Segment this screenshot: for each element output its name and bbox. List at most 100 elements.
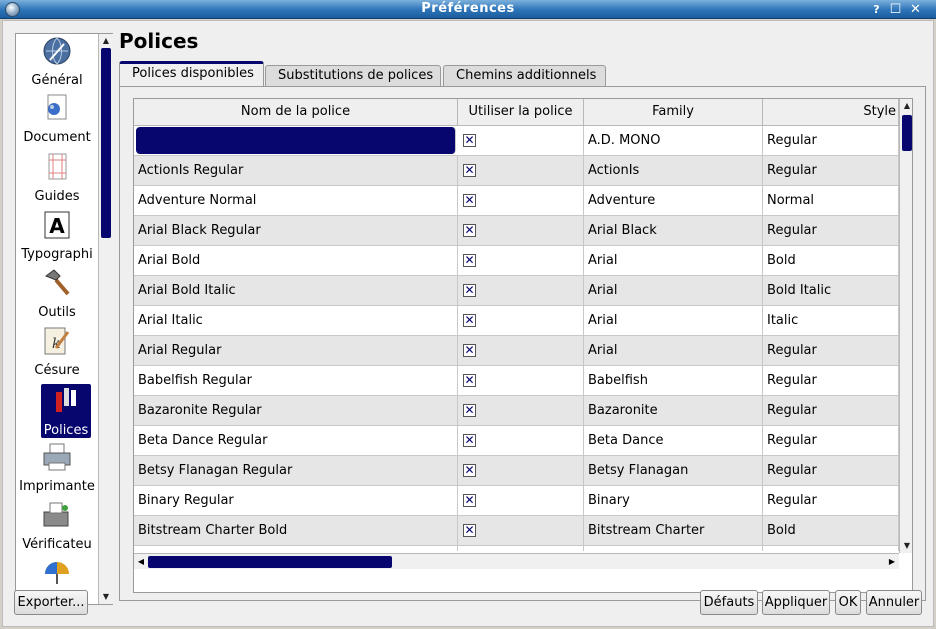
cell-family[interactable]: Arial xyxy=(584,336,763,365)
cell-font-name[interactable]: Betsy Flanagan Regular xyxy=(134,456,458,485)
sidebar-item-polices[interactable]: Polices xyxy=(41,384,91,438)
cell-style[interactable]: Regular xyxy=(763,216,899,245)
sidebar-item-document[interactable]: Document xyxy=(16,91,98,145)
cell-family[interactable]: ActionIs xyxy=(584,156,763,185)
cell-family[interactable]: Adventure xyxy=(584,186,763,215)
tab-additional-paths[interactable]: Chemins additionnels xyxy=(443,65,606,87)
cell-font-name[interactable]: Bitstream Charter Bold Italic xyxy=(134,546,458,551)
cell-style[interactable]: Bold Italic xyxy=(763,546,899,551)
column-header-style[interactable]: Style xyxy=(763,99,899,126)
scroll-right-icon[interactable]: ▶ xyxy=(885,554,899,569)
cell-style[interactable]: Bold xyxy=(763,246,899,275)
cell-style[interactable]: Regular xyxy=(763,336,899,365)
cell-family[interactable]: Betsy Flanagan xyxy=(584,456,763,485)
use-font-checkbox[interactable]: ✕ xyxy=(463,374,476,387)
table-row[interactable]: Babelfish Regular ✕ Babelfish Regular xyxy=(134,366,899,396)
cell-style[interactable]: Italic xyxy=(763,306,899,335)
table-row[interactable]: A.D. MONO Regular ✕ A.D. MONO Regular xyxy=(134,126,899,156)
cell-font-name[interactable]: Arial Black Regular xyxy=(134,216,458,245)
sidebar-item-guides[interactable]: Guides xyxy=(16,150,98,204)
table-row[interactable]: Beta Dance Regular ✕ Beta Dance Regular xyxy=(134,426,899,456)
sidebar-item-outils[interactable]: Outils xyxy=(16,266,98,320)
use-font-checkbox[interactable]: ✕ xyxy=(463,404,476,417)
tab-available-fonts[interactable]: Polices disponibles xyxy=(119,61,264,87)
cell-font-name[interactable]: Babelfish Regular xyxy=(134,366,458,395)
table-row[interactable]: Arial Bold Italic ✕ Arial Bold Italic xyxy=(134,276,899,306)
sidebar-scrollbar[interactable]: ▲ ▼ xyxy=(98,34,113,604)
cell-family[interactable]: Bitstream Charter xyxy=(584,546,763,551)
use-font-checkbox[interactable]: ✕ xyxy=(463,164,476,177)
cell-family[interactable]: Bazaronite xyxy=(584,396,763,425)
scroll-down-icon[interactable]: ▼ xyxy=(99,590,113,604)
sidebar-item-typographi[interactable]: A Typographi xyxy=(16,208,98,262)
cell-family[interactable]: Beta Dance xyxy=(584,426,763,455)
defaults-button[interactable]: Défauts xyxy=(700,590,758,615)
help-icon[interactable]: ? xyxy=(868,1,885,18)
ok-button[interactable]: OK xyxy=(835,590,861,615)
table-row[interactable]: Betsy Flanagan Regular ✕ Betsy Flanagan Reg… xyxy=(134,456,899,486)
use-font-checkbox[interactable]: ✕ xyxy=(463,134,476,147)
use-font-checkbox[interactable]: ✕ xyxy=(463,434,476,447)
use-font-checkbox[interactable]: ✕ xyxy=(463,254,476,267)
cell-style[interactable]: Regular xyxy=(763,456,899,485)
cell-style[interactable]: Regular xyxy=(763,126,899,155)
cell-font-name[interactable]: Arial Bold Italic xyxy=(134,276,458,305)
cell-family[interactable]: Arial xyxy=(584,276,763,305)
cell-family[interactable]: Binary xyxy=(584,486,763,515)
use-font-checkbox[interactable]: ✕ xyxy=(463,494,476,507)
scroll-down-icon[interactable]: ▼ xyxy=(900,539,912,553)
export-button[interactable]: Exporter... xyxy=(14,590,88,615)
table-row[interactable]: Binary Regular ✕ Binary Regular xyxy=(134,486,899,516)
cell-font-name[interactable]: ActionIs Regular xyxy=(134,156,458,185)
cell-font-name[interactable]: Arial Italic xyxy=(134,306,458,335)
scroll-up-icon[interactable]: ▲ xyxy=(99,34,113,48)
cell-font-name[interactable]: Bitstream Charter Bold xyxy=(134,516,458,545)
cell-font-name[interactable]: A.D. MONO Regular xyxy=(136,127,456,154)
cancel-button[interactable]: Annuler xyxy=(866,590,922,615)
use-font-checkbox[interactable]: ✕ xyxy=(463,344,476,357)
use-font-checkbox[interactable]: ✕ xyxy=(463,224,476,237)
sidebar-item-g-n-ral[interactable]: Général xyxy=(16,34,98,88)
cell-family[interactable]: Arial xyxy=(584,246,763,275)
cell-font-name[interactable]: Bazaronite Regular xyxy=(134,396,458,425)
cell-family[interactable]: Arial Black xyxy=(584,216,763,245)
use-font-checkbox[interactable]: ✕ xyxy=(463,284,476,297)
table-row[interactable]: Arial Regular ✕ Arial Regular xyxy=(134,336,899,366)
sidebar-scroll-thumb[interactable] xyxy=(101,48,111,238)
maximize-icon[interactable]: ☐ xyxy=(887,1,904,18)
sidebar-item-v-rificateu[interactable]: Vérificateu xyxy=(16,498,98,552)
use-font-checkbox[interactable]: ✕ xyxy=(463,464,476,477)
cell-font-name[interactable]: Binary Regular xyxy=(134,486,458,515)
table-hscroll-thumb[interactable] xyxy=(148,556,392,568)
table-row[interactable]: Arial Italic ✕ Arial Italic xyxy=(134,306,899,336)
use-font-checkbox[interactable]: ✕ xyxy=(463,524,476,537)
cell-style[interactable]: Regular xyxy=(763,156,899,185)
use-font-checkbox[interactable]: ✕ xyxy=(463,194,476,207)
cell-style[interactable]: Regular xyxy=(763,426,899,455)
column-header-family[interactable]: Family xyxy=(584,99,763,126)
table-horizontal-scrollbar[interactable]: ◀ ▶ xyxy=(134,553,899,569)
table-vscroll-thumb[interactable] xyxy=(902,115,912,151)
tab-font-substitutions[interactable]: Substitutions de polices xyxy=(265,65,441,87)
cell-font-name[interactable]: Arial Regular xyxy=(134,336,458,365)
scroll-left-icon[interactable]: ◀ xyxy=(134,554,148,569)
close-icon[interactable]: ✕ xyxy=(907,1,924,18)
cell-font-name[interactable]: Adventure Normal xyxy=(134,186,458,215)
cell-style[interactable]: Regular xyxy=(763,366,899,395)
scroll-up-icon[interactable]: ▲ xyxy=(900,99,912,113)
cell-family[interactable]: Babelfish xyxy=(584,366,763,395)
table-row[interactable]: Adventure Normal ✕ Adventure Normal xyxy=(134,186,899,216)
cell-style[interactable]: Regular xyxy=(763,396,899,425)
table-row[interactable]: ActionIs Regular ✕ ActionIs Regular xyxy=(134,156,899,186)
cell-font-name[interactable]: Arial Bold xyxy=(134,246,458,275)
cell-family[interactable]: A.D. MONO xyxy=(584,126,763,155)
table-row[interactable]: Arial Black Regular ✕ Arial Black Regular xyxy=(134,216,899,246)
cell-style[interactable]: Normal xyxy=(763,186,899,215)
column-header-font-name[interactable]: Nom de la police xyxy=(134,99,458,126)
cell-font-name[interactable]: Beta Dance Regular xyxy=(134,426,458,455)
apply-button[interactable]: Appliquer xyxy=(762,590,830,615)
sidebar-item-imprimante[interactable]: Imprimante xyxy=(16,440,98,494)
table-row[interactable]: Arial Bold ✕ Arial Bold xyxy=(134,246,899,276)
cell-style[interactable]: Regular xyxy=(763,486,899,515)
use-font-checkbox[interactable]: ✕ xyxy=(463,314,476,327)
